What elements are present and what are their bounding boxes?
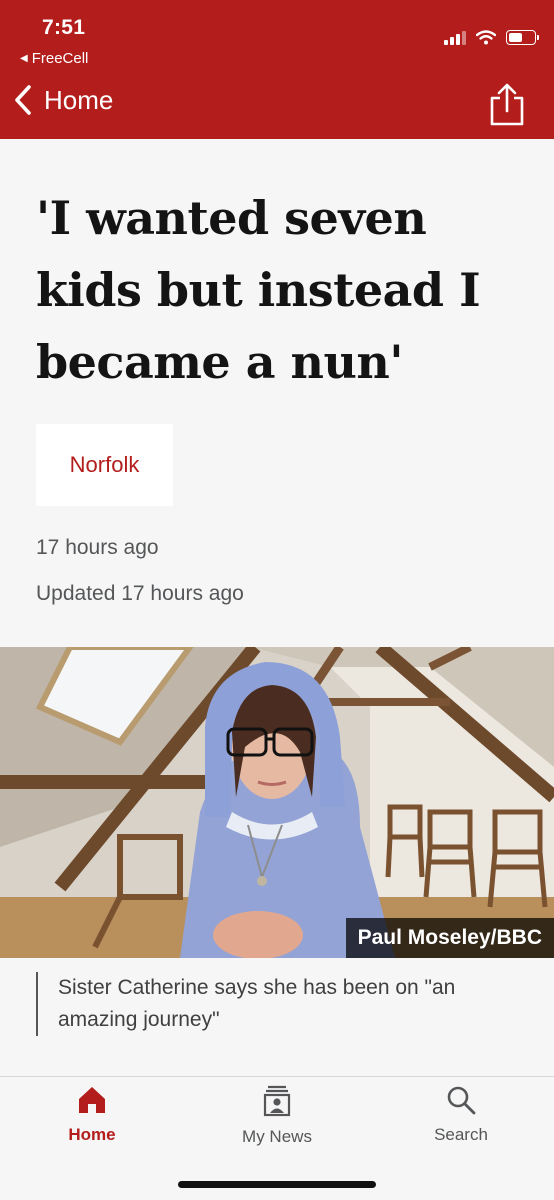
back-button-label: Home	[44, 84, 114, 115]
home-indicator[interactable]	[178, 1181, 376, 1188]
updated-time: Updated 17 hours ago	[36, 582, 244, 605]
cellular-signal-icon	[444, 30, 466, 45]
topic-tag[interactable]: Norfolk	[36, 424, 173, 506]
status-icons	[444, 30, 539, 45]
share-icon	[490, 83, 524, 126]
chevron-left-icon	[15, 85, 31, 115]
home-icon	[79, 1087, 105, 1113]
my-news-icon	[263, 1085, 291, 1117]
search-icon	[447, 1086, 476, 1115]
article-headline: 'I wanted seven kids but instead I becam…	[36, 191, 481, 389]
wifi-icon	[476, 30, 496, 45]
status-time: 7:51	[42, 16, 86, 39]
top-header: 7:51 ◀ FreeCell Home	[0, 0, 554, 139]
published-time: 17 hours ago	[36, 536, 159, 559]
article-image: Paul Moseley/BBC	[0, 647, 554, 958]
battery-icon	[506, 30, 539, 45]
back-to-app-link[interactable]: ◀ FreeCell	[20, 50, 88, 67]
tab-search-label: Search	[434, 1125, 488, 1144]
image-credit: Paul Moseley/BBC	[345, 918, 554, 958]
tab-my-news[interactable]: My News	[217, 1085, 337, 1147]
back-button[interactable]: Home	[12, 84, 113, 116]
tab-home[interactable]: Home	[32, 1085, 152, 1145]
back-to-app-label: FreeCell	[31, 50, 89, 67]
tab-home-label: Home	[68, 1125, 116, 1144]
tab-my-news-label: My News	[242, 1127, 312, 1146]
left-triangle-icon: ◀	[20, 53, 28, 64]
image-caption: Sister Catherine says she has been on "a…	[36, 972, 516, 1036]
share-button[interactable]	[488, 83, 526, 132]
tab-search[interactable]: Search	[401, 1085, 521, 1145]
